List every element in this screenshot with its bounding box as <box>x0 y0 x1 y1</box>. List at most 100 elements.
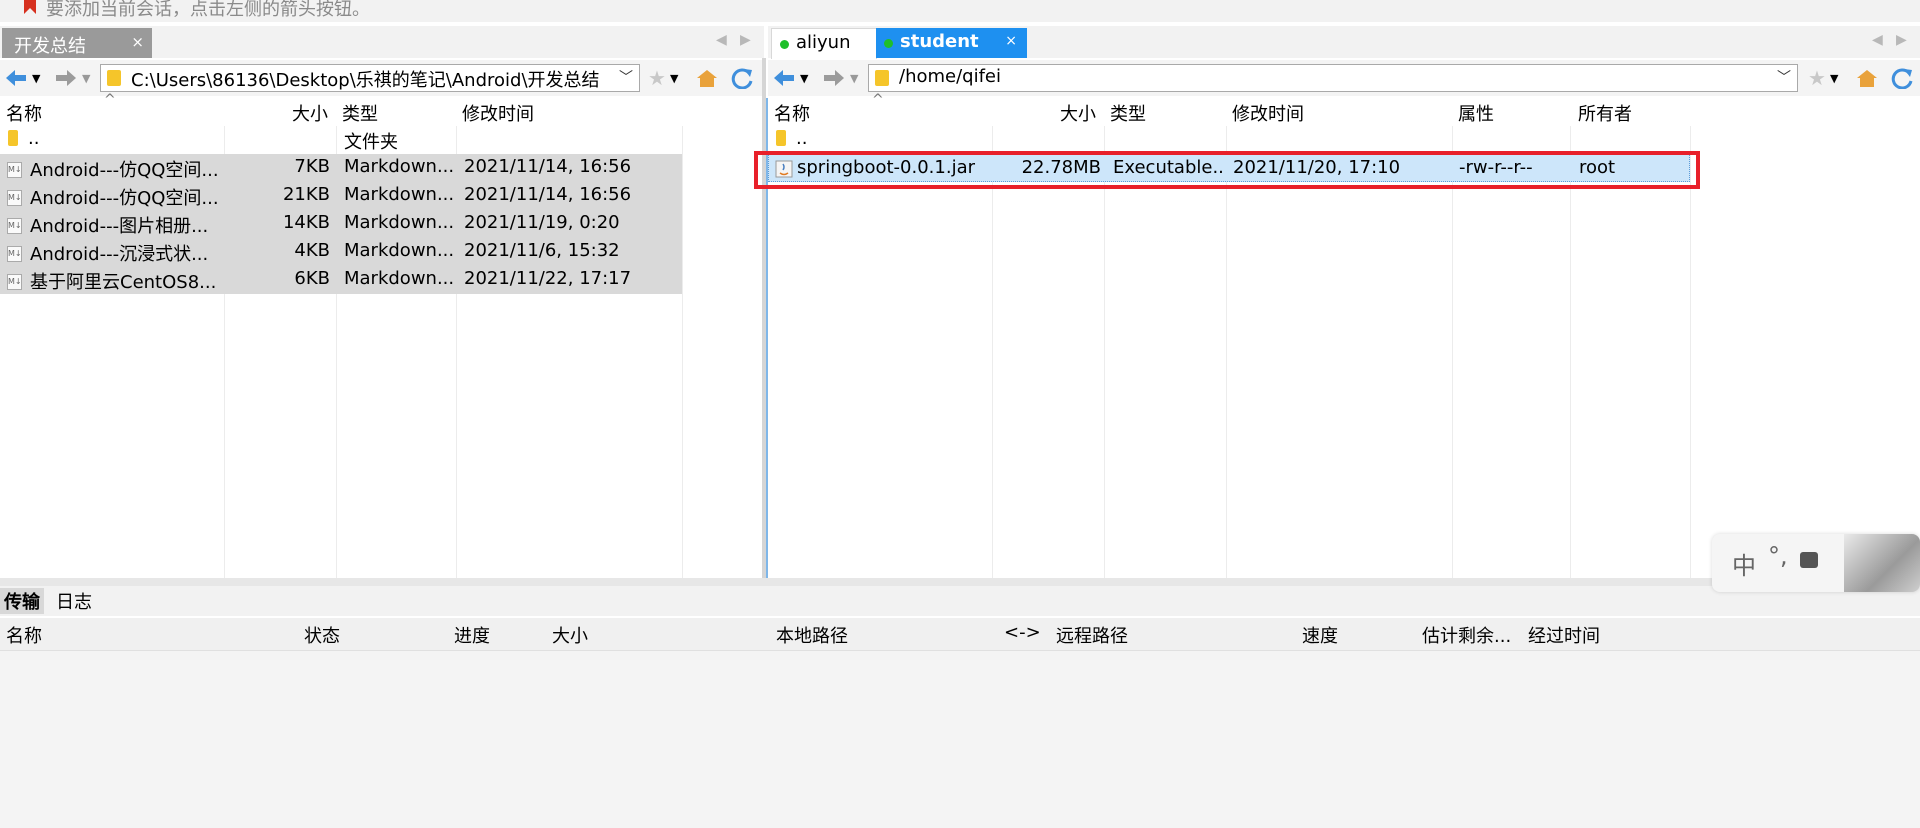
col-header-name[interactable]: 名称 <box>6 100 42 126</box>
refresh-button[interactable] <box>1890 65 1914 91</box>
transfer-list[interactable] <box>0 651 1920 828</box>
col-header-owner[interactable]: 所有者 <box>1578 100 1632 126</box>
chevron-down-icon: ▼ <box>800 71 809 85</box>
col-header-type[interactable]: 类型 <box>1110 100 1146 126</box>
markdown-file-icon: M↓ <box>7 246 22 262</box>
local-file-list[interactable]: 名称 ^ 大小 类型 修改时间 .. 文件夹 M↓ Android---仿QQ空… <box>0 92 762 578</box>
folder-icon <box>776 130 786 146</box>
bookmark-button[interactable]: ★ ▼ <box>1808 65 1838 91</box>
file-type: Markdown... <box>344 240 454 261</box>
bookmark-button[interactable]: ★ ▼ <box>648 65 678 91</box>
file-modified: 2021/11/14, 16:56 <box>464 156 632 177</box>
tab-scroll-right-icon[interactable]: ▶ <box>740 32 751 48</box>
list-item[interactable]: M↓ Android---仿QQ空间... 7KB Markdown... 20… <box>0 154 682 182</box>
tab-scroll-left-icon[interactable]: ◀ <box>716 32 727 48</box>
col-header-elapsed[interactable]: 经过时间 <box>1528 622 1600 648</box>
back-arrow-icon <box>6 70 26 86</box>
remote-path-text: /home/qifei <box>899 66 1001 87</box>
col-header-status[interactable]: 状态 <box>304 622 340 648</box>
col-header-name[interactable]: 名称 <box>6 622 42 648</box>
markdown-file-icon: M↓ <box>7 218 22 234</box>
sort-up-icon: ^ <box>104 92 116 108</box>
col-header-name[interactable]: 名称 <box>774 100 810 126</box>
refresh-button[interactable] <box>730 65 754 91</box>
chevron-down-icon: ▼ <box>850 71 859 85</box>
star-icon: ★ <box>1808 66 1826 90</box>
col-header-direction[interactable]: <-> <box>1004 622 1041 643</box>
close-icon[interactable]: × <box>1005 33 1017 49</box>
chevron-down-icon[interactable]: ﹀ <box>619 67 633 87</box>
tab-transfer[interactable]: 传输 <box>0 588 44 614</box>
tab-label: aliyun <box>796 32 851 53</box>
folder-icon <box>875 70 889 86</box>
col-header-eta[interactable]: 估计剩余... <box>1422 622 1511 648</box>
forward-arrow-icon <box>56 70 76 86</box>
online-status-icon <box>884 39 893 48</box>
col-header-type[interactable]: 类型 <box>342 100 378 126</box>
col-header-speed[interactable]: 速度 <box>1302 622 1338 648</box>
tab-log[interactable]: 日志 <box>56 588 92 614</box>
hint-text: 要添加当前会话，点击左侧的箭头按钮。 <box>46 0 370 20</box>
back-arrow-icon <box>774 70 794 86</box>
hint-bar: 要添加当前会话，点击左侧的箭头按钮。 <box>0 0 1920 22</box>
list-item[interactable]: M↓ Android---仿QQ空间... 21KB Markdown... 2… <box>0 182 682 210</box>
forward-button[interactable]: ▼ <box>822 65 858 91</box>
back-button[interactable]: ▼ <box>4 65 40 91</box>
col-header-size[interactable]: 大小 <box>292 100 328 126</box>
bottom-tab-bar: 传输 日志 <box>0 586 1920 616</box>
online-status-icon <box>780 40 789 49</box>
list-item[interactable]: M↓ Android---沉浸式状... 4KB Markdown... 202… <box>0 238 682 266</box>
refresh-icon <box>1891 68 1913 89</box>
skin-icon[interactable] <box>1800 552 1818 568</box>
col-header-size[interactable]: 大小 <box>552 622 588 648</box>
col-header-local-path[interactable]: 本地路径 <box>776 622 848 648</box>
tab-label: student <box>900 31 979 52</box>
file-type: Markdown... <box>344 212 454 233</box>
tab-aliyun[interactable]: aliyun <box>771 28 877 59</box>
forward-button[interactable]: ▼ <box>54 65 90 91</box>
col-header-progress[interactable]: 进度 <box>454 622 490 648</box>
chevron-down-icon: ▼ <box>669 71 679 85</box>
col-header-modified[interactable]: 修改时间 <box>462 100 534 126</box>
tab-scroll-right-icon[interactable]: ▶ <box>1896 32 1907 48</box>
ime-avatar-image <box>1844 534 1920 592</box>
folder-icon <box>8 130 18 146</box>
transfer-list-header: 名称 状态 进度 大小 本地路径 <-> 远程路径 速度 估计剩余... 经过时… <box>0 618 1920 651</box>
list-item[interactable]: .. <box>768 126 1690 154</box>
back-button[interactable]: ▼ <box>772 65 808 91</box>
file-size: 4KB <box>294 240 330 261</box>
file-name: .. <box>28 128 40 149</box>
tab-local-kaifazongjie[interactable]: 开发总结 × <box>2 28 152 58</box>
refresh-icon <box>731 68 753 89</box>
tab-scroll-left-icon[interactable]: ◀ <box>1872 32 1883 48</box>
left-toolbar: ▼ ▼ C:\Users\86136\Desktop\乐祺的笔记\Android… <box>0 60 764 96</box>
transfer-splitter[interactable] <box>0 578 1920 586</box>
home-button[interactable] <box>1856 65 1878 91</box>
remote-list-header: 名称 ^ 大小 类型 修改时间 属性 所有者 <box>768 92 1920 126</box>
col-header-modified[interactable]: 修改时间 <box>1232 100 1304 126</box>
chevron-down-icon: ▼ <box>1829 71 1839 85</box>
file-size: 7KB <box>294 156 330 177</box>
home-button[interactable] <box>696 65 718 91</box>
markdown-file-icon: M↓ <box>7 190 22 206</box>
markdown-file-icon: M↓ <box>7 162 22 178</box>
list-item[interactable]: .. 文件夹 <box>0 126 682 154</box>
col-header-remote-path[interactable]: 远程路径 <box>1056 622 1128 648</box>
col-header-attributes[interactable]: 属性 <box>1458 100 1494 126</box>
file-type: Markdown... <box>344 268 454 289</box>
local-list-header: 名称 ^ 大小 类型 修改时间 <box>0 92 762 126</box>
ime-language-toggle[interactable]: 中 <box>1732 546 1756 581</box>
list-item[interactable]: M↓ 基于阿里云CentOS8... 6KB Markdown... 2021/… <box>0 266 682 294</box>
local-path-field[interactable]: C:\Users\86136\Desktop\乐祺的笔记\Android\开发总… <box>100 64 640 92</box>
file-type: Markdown... <box>344 184 454 205</box>
remote-path-field[interactable]: /home/qifei ﹀ <box>868 64 1798 92</box>
ime-toolbar[interactable]: 中 °, <box>1712 534 1920 592</box>
chevron-down-icon[interactable]: ﹀ <box>1777 67 1791 87</box>
tab-student[interactable]: student × <box>876 28 1027 58</box>
ime-punctuation-toggle[interactable]: °, <box>1768 542 1788 570</box>
file-size: 6KB <box>294 268 330 289</box>
list-item[interactable]: M↓ Android---图片相册... 14KB Markdown... 20… <box>0 210 682 238</box>
close-icon[interactable]: × <box>131 33 144 51</box>
star-icon: ★ <box>648 66 666 90</box>
col-header-size[interactable]: 大小 <box>1060 100 1096 126</box>
